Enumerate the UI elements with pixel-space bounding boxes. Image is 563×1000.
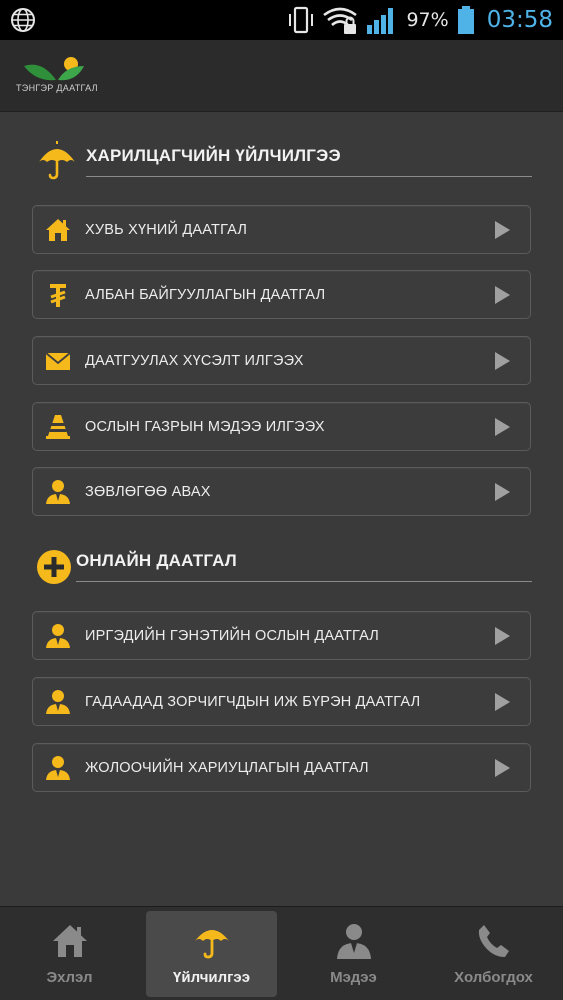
menu-item-personal-insurance[interactable]: ХУВЬ ХҮНИЙ ДААТГАЛ	[32, 205, 531, 254]
section-divider	[76, 581, 532, 582]
menu-item-label: ХУВЬ ХҮНИЙ ДААТГАЛ	[85, 221, 248, 238]
signal-icon	[367, 8, 394, 34]
app-header: ТЭНГЭР ДААТГАЛ	[0, 40, 563, 112]
nav-tab-label: Мэдээ	[330, 969, 377, 986]
nav-tab-label: Эхлэл	[46, 969, 93, 986]
person-icon	[46, 479, 70, 504]
tugrik-icon	[50, 283, 66, 307]
chevron-right-icon	[495, 626, 510, 645]
globe-icon	[11, 8, 35, 32]
battery-percent: 97%	[406, 9, 449, 31]
menu-item-label: ГАДААДАД ЗОРЧИГЧДЫН ИЖ БҮРЭН ДААТГАЛ	[85, 693, 421, 710]
section-customer-service-header: ХАРИЛЦАГЧИЙН ҮЙЛЧИЛГЭЭ	[34, 138, 534, 194]
house-icon	[46, 218, 70, 241]
section-title: ХАРИЛЦАГЧИЙН ҮЙЛЧИЛГЭЭ	[86, 146, 341, 165]
person-icon	[46, 689, 70, 714]
plus-circle-icon	[37, 550, 71, 584]
nav-tab-home[interactable]: Эхлэл	[4, 911, 135, 997]
menu-item-organization-insurance[interactable]: АЛБАН БАЙГУУЛЛАГЫН ДААТГАЛ	[32, 270, 531, 319]
umbrella-icon	[39, 141, 75, 180]
section-title: ОНЛАЙН ДААТГАЛ	[76, 551, 237, 570]
nav-tab-news[interactable]: Мэдээ	[288, 911, 419, 997]
menu-item-label: АЛБАН БАЙГУУЛЛАГЫН ДААТГАЛ	[85, 286, 326, 303]
menu-item-label: ЗӨВЛӨГӨӨ АВАХ	[85, 483, 211, 500]
house-icon	[52, 925, 87, 957]
services-content: ХАРИЛЦАГЧИЙН ҮЙЛЧИЛГЭЭ ХУВЬ ХҮНИЙ ДААТГА…	[0, 113, 563, 905]
chevron-right-icon	[495, 482, 510, 501]
chevron-right-icon	[495, 417, 510, 436]
person-icon	[46, 755, 70, 780]
menu-item-label: ИРГЭДИЙН ГЭНЭТИЙН ОСЛЫН ДААТГАЛ	[85, 627, 380, 644]
menu-item-get-advice[interactable]: ЗӨВЛӨГӨӨ АВАХ	[32, 467, 531, 516]
nav-tab-label: Үйлчилгээ	[173, 969, 250, 986]
chevron-right-icon	[495, 285, 510, 304]
section-online-insurance-header: ОНЛАЙН ДААТГАЛ	[34, 545, 534, 601]
menu-item-label: ДААТГУУЛАХ ХҮСЭЛТ ИЛГЭЭХ	[85, 352, 304, 369]
person-icon	[46, 623, 70, 648]
traffic-cone-icon	[46, 414, 70, 439]
nav-tab-contact[interactable]: Холбогдох	[428, 911, 559, 997]
menu-item-label: ЖОЛООЧИЙН ХАРИУЦЛАГЫН ДААТГАЛ	[85, 759, 369, 776]
menu-item-citizen-accident-insurance[interactable]: ИРГЭДИЙН ГЭНЭТИЙН ОСЛЫН ДААТГАЛ	[32, 611, 531, 660]
chevron-right-icon	[495, 220, 510, 239]
nav-tab-services[interactable]: Үйлчилгээ	[146, 911, 277, 997]
menu-item-send-request[interactable]: ДААТГУУЛАХ ХҮСЭЛТ ИЛГЭЭХ	[32, 336, 531, 385]
status-bar: 97% 03:58	[0, 0, 563, 40]
menu-item-accident-report[interactable]: ОСЛЫН ГАЗРЫН МЭДЭЭ ИЛГЭЭХ	[32, 402, 531, 451]
chevron-right-icon	[495, 351, 510, 370]
menu-item-travel-insurance[interactable]: ГАДААДАД ЗОРЧИГЧДЫН ИЖ БҮРЭН ДААТГАЛ	[32, 677, 531, 726]
envelope-icon	[45, 351, 71, 370]
chevron-right-icon	[495, 692, 510, 711]
nav-tab-label: Холбогдох	[454, 969, 533, 986]
clock: 03:58	[486, 7, 553, 33]
bottom-nav: Эхлэл Үйлчилгээ Мэдээ Холбогдох	[0, 906, 563, 1000]
menu-item-label: ОСЛЫН ГАЗРЫН МЭДЭЭ ИЛГЭЭХ	[85, 418, 325, 435]
umbrella-icon	[194, 930, 229, 959]
vibrate-icon	[289, 6, 314, 34]
person-icon	[336, 924, 371, 959]
logo-text: ТЭНГЭР ДААТГАЛ	[16, 83, 98, 93]
menu-item-driver-liability-insurance[interactable]: ЖОЛООЧИЙН ХАРИУЦЛАГЫН ДААТГАЛ	[32, 743, 531, 792]
battery-icon	[457, 6, 474, 34]
status-icons: 97% 03:58	[288, 5, 553, 35]
phone-icon	[478, 925, 509, 957]
chevron-right-icon	[495, 758, 510, 777]
wifi-locked-icon	[323, 7, 358, 34]
logo[interactable]	[14, 54, 104, 102]
section-divider	[86, 176, 532, 177]
